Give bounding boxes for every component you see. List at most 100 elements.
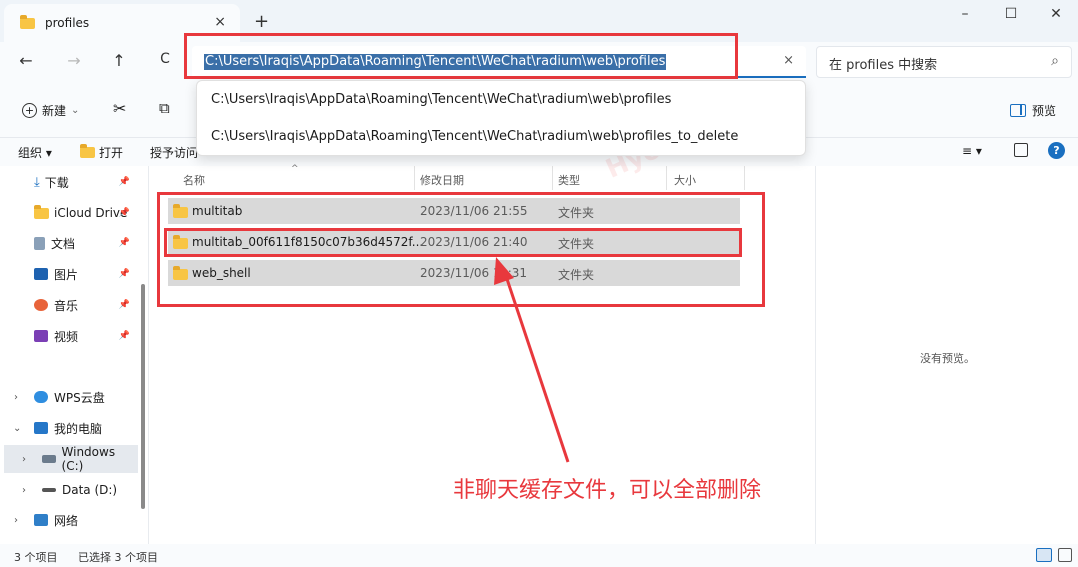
close-button[interactable]: ✕: [1041, 6, 1071, 22]
search-icon[interactable]: ⌕: [1051, 53, 1059, 69]
cut-icon[interactable]: ✂: [113, 99, 126, 118]
sidebar-item-downloads[interactable]: ⤓ 下载 📌: [0, 168, 138, 196]
up-button[interactable]: ↑: [107, 51, 131, 70]
file-date: 2023/11/06 21:55: [420, 204, 528, 218]
view-options-menu[interactable]: ≡ ▾: [962, 144, 982, 158]
folder-icon: [173, 235, 188, 249]
chevron-right-icon[interactable]: ›: [22, 454, 26, 465]
sidebar-item-documents[interactable]: 文档 📌: [0, 229, 138, 257]
column-separator[interactable]: [552, 166, 553, 190]
chevron-down-icon: ⌄: [71, 105, 80, 116]
open-label: 打开: [99, 146, 124, 160]
chevron-right-icon[interactable]: ›: [22, 485, 26, 496]
sidebar-item-label: 网络: [54, 513, 79, 528]
file-row[interactable]: multitab_00f611f8150c07b36d4572f... 2023…: [168, 229, 740, 255]
pin-icon: 📌: [118, 238, 130, 248]
sidebar-item-label: Data (D:): [62, 483, 118, 497]
minimize-button[interactable]: –: [950, 6, 980, 22]
sidebar-item-label: 我的电脑: [54, 421, 103, 436]
sidebar-item-videos[interactable]: 视频 📌: [0, 322, 138, 350]
open-button[interactable]: 打开: [80, 144, 123, 161]
file-type: 文件夹: [558, 237, 595, 251]
status-bar: 3 个项目 已选择 3 个项目: [0, 544, 1078, 567]
suggestion-item[interactable]: C:\Users\Iraqis\AppData\Roaming\Tencent\…: [211, 92, 671, 107]
plus-icon: +: [22, 103, 37, 118]
sidebar-item-pictures[interactable]: 图片 📌: [0, 260, 138, 288]
document-icon: [34, 236, 45, 250]
pin-icon: 📌: [118, 177, 130, 187]
column-separator[interactable]: [744, 166, 745, 190]
sidebar-scrollbar[interactable]: [141, 284, 145, 509]
column-header-size[interactable]: 大小: [674, 172, 696, 188]
search-input[interactable]: 在 profiles 中搜索 ⌕: [816, 46, 1072, 78]
file-name: multitab_00f611f8150c07b36d4572f...: [192, 235, 424, 249]
address-bar[interactable]: C:\Users\Iraqis\AppData\Roaming\Tencent\…: [192, 46, 806, 78]
file-date: 2023/11/06 1x:31: [420, 266, 528, 280]
address-text[interactable]: C:\Users\Iraqis\AppData\Roaming\Tencent\…: [204, 54, 667, 70]
forward-button[interactable]: →: [62, 51, 86, 70]
pin-icon: 📌: [118, 300, 130, 310]
sidebar-item-this-pc[interactable]: ⌄ 我的电脑: [0, 414, 138, 442]
file-row[interactable]: web_shell 2023/11/06 1x:31 文件夹: [168, 260, 740, 286]
share-menu[interactable]: 授予访问: [150, 144, 198, 161]
selected-count: 已选择 3 个项目: [78, 551, 158, 564]
sidebar-item-wps[interactable]: › WPS云盘: [0, 383, 138, 411]
sidebar-item-label: Windows (C:): [61, 445, 116, 473]
maximize-button[interactable]: ☐: [996, 6, 1026, 22]
tab-close-icon[interactable]: ×: [214, 14, 226, 30]
column-header-name[interactable]: 名称: [183, 172, 205, 188]
computer-icon: [34, 422, 48, 434]
pin-icon: 📌: [118, 208, 130, 218]
column-separator[interactable]: [666, 166, 667, 190]
column-separator[interactable]: [414, 166, 415, 190]
cloud-icon: [34, 391, 48, 403]
no-preview-text: 没有预览。: [920, 352, 975, 365]
preview-pane-icon: [1009, 104, 1026, 117]
music-icon: [34, 299, 48, 311]
chevron-right-icon[interactable]: ›: [14, 515, 18, 526]
annotation-text: 非聊天缓存文件，可以全部删除: [453, 478, 762, 503]
picture-icon: [34, 268, 48, 280]
tiles-view-button[interactable]: [1058, 548, 1072, 562]
sidebar-item-windows-c[interactable]: › Windows (C:): [4, 445, 138, 473]
video-icon: [34, 330, 48, 342]
details-pane-icon[interactable]: [1014, 143, 1028, 157]
drive-icon: [42, 488, 56, 492]
preview-button[interactable]: 预览: [1009, 102, 1056, 119]
help-icon[interactable]: ?: [1048, 142, 1065, 159]
file-date: 2023/11/06 21:40: [420, 235, 528, 249]
suggestion-item[interactable]: C:\Users\Iraqis\AppData\Roaming\Tencent\…: [211, 129, 738, 144]
new-tab-button[interactable]: +: [254, 11, 269, 32]
sort-ascending-icon: ^: [291, 164, 299, 174]
chevron-right-icon[interactable]: ›: [14, 392, 18, 403]
sidebar-item-music[interactable]: 音乐 📌: [0, 291, 138, 319]
sidebar-item-label: 文档: [51, 236, 76, 251]
sidebar-item-label: 下载: [44, 175, 69, 190]
download-icon: ⤓: [34, 174, 40, 190]
clear-address-icon[interactable]: ×: [783, 53, 794, 68]
folder-icon: [173, 204, 188, 218]
tab-profiles[interactable]: profiles ×: [4, 4, 240, 42]
new-button[interactable]: + 新建 ⌄: [22, 102, 79, 119]
organize-menu[interactable]: 组织 ▾: [18, 144, 52, 161]
folder-icon: [20, 14, 35, 29]
tab-label: profiles: [45, 16, 90, 30]
sidebar-item-data-d[interactable]: › Data (D:): [0, 476, 138, 504]
title-bar: profiles × + – ☐ ✕: [0, 0, 1078, 42]
sidebar-item-label: 图片: [54, 267, 79, 282]
column-header-modified[interactable]: 修改日期: [420, 172, 464, 188]
details-view-button[interactable]: [1036, 548, 1052, 562]
file-row[interactable]: multitab 2023/11/06 21:55 文件夹: [168, 198, 740, 224]
preview-label: 预览: [1031, 104, 1056, 118]
sidebar-item-icloud[interactable]: iCloud Drive 📌: [0, 199, 138, 227]
preview-pane: 没有预览。: [815, 166, 1078, 544]
column-header-type[interactable]: 类型: [558, 172, 580, 188]
navigation-bar: ← → ↑ C C:\Users\Iraqis\AppData\Roaming\…: [0, 42, 1078, 84]
sidebar-item-network[interactable]: › 网络: [0, 506, 138, 534]
back-button[interactable]: ←: [14, 51, 38, 70]
copy-icon[interactable]: ⧉: [159, 99, 170, 117]
chevron-down-icon[interactable]: ⌄: [13, 423, 21, 434]
refresh-button[interactable]: C: [153, 51, 177, 67]
file-type: 文件夹: [558, 206, 595, 220]
sidebar-item-label: 视频: [54, 329, 79, 344]
